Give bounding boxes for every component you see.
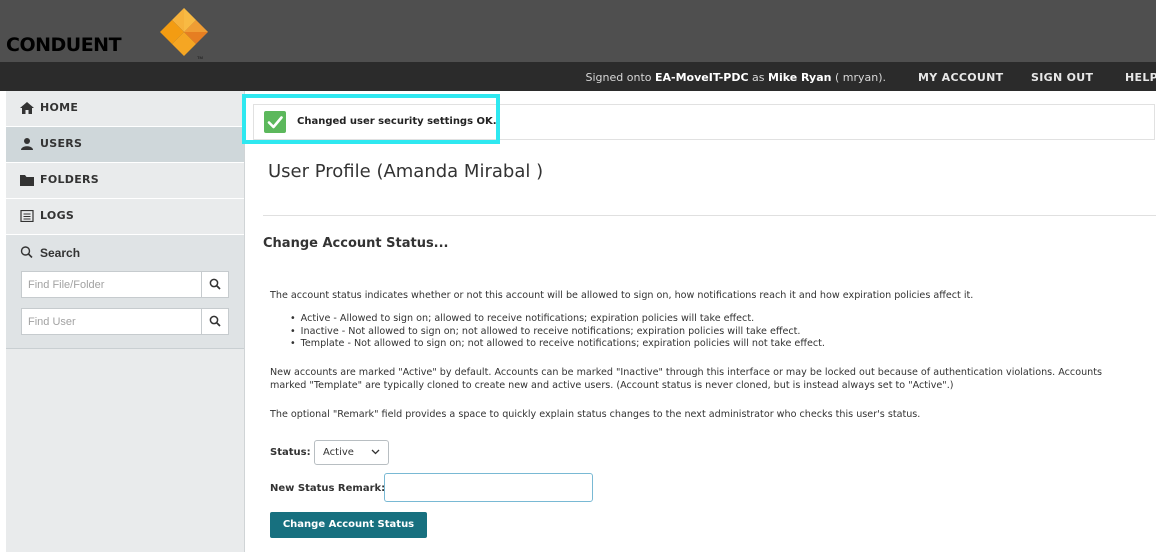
sign-out-link[interactable]: SIGN OUT [1031, 71, 1093, 84]
sidebar-item-home[interactable]: HOME [6, 91, 244, 127]
help-link[interactable]: HELP [1125, 71, 1156, 84]
list-item: Template - Not allowed to sign on; not a… [290, 338, 825, 351]
sidebar: HOME USERS FOLDERS LOGS Search [6, 91, 245, 552]
folder-icon [20, 175, 34, 186]
search-header: Search [6, 235, 244, 271]
new-accounts-text: New accounts are marked "Active" by defa… [270, 367, 1102, 391]
sidebar-item-label: HOME [40, 101, 79, 114]
title-divider [263, 215, 1156, 216]
search-icon [209, 315, 221, 327]
my-account-link[interactable]: MY ACCOUNT [918, 71, 1003, 84]
server-name: EA-MoveIT-PDC [655, 71, 749, 84]
signed-in-user: Mike Ryan [768, 71, 832, 84]
find-file-button[interactable] [201, 272, 228, 297]
sidebar-search: Search [6, 235, 244, 349]
trademark-mark: TM [197, 55, 203, 60]
find-user-button[interactable] [201, 309, 228, 334]
search-icon [20, 246, 33, 258]
list-item: Inactive - Not allowed to sign on; not a… [290, 326, 825, 339]
find-user-input[interactable] [22, 309, 198, 334]
status-selected-value: Active [323, 447, 354, 458]
log-icon [20, 210, 34, 222]
sidebar-item-logs[interactable]: LOGS [6, 199, 244, 235]
list-item: Active - Allowed to sign on; allowed to … [290, 313, 825, 326]
sidebar-item-label: LOGS [40, 209, 75, 222]
brand-logo-text: CONDUENT [6, 34, 122, 56]
sidebar-item-users[interactable]: USERS [6, 127, 244, 163]
search-icon [209, 278, 221, 290]
app-window: CONDUENT TM Signed onto EA-MoveIT-PDC as… [0, 0, 1156, 552]
remark-info-text: The optional "Remark" field provides a s… [270, 409, 921, 420]
home-icon [20, 102, 34, 114]
status-select[interactable]: Active [314, 440, 389, 465]
status-intro-text: The account status indicates whether or … [270, 290, 974, 301]
status-label: Status: [270, 447, 311, 458]
change-account-status-button[interactable]: Change Account Status [270, 512, 427, 538]
find-user-field [21, 308, 229, 335]
top-nav-bar: Signed onto EA-MoveIT-PDC as Mike Ryan (… [0, 62, 1156, 91]
find-file-input[interactable] [22, 272, 198, 297]
page-title: User Profile (Amanda Mirabal ) [268, 161, 544, 182]
sidebar-item-label: FOLDERS [40, 173, 100, 186]
conduent-logo-icon [160, 8, 208, 56]
sidebar-item-folders[interactable]: FOLDERS [6, 163, 244, 199]
chevron-down-icon [371, 449, 380, 455]
find-file-field [21, 271, 229, 298]
header-bar: CONDUENT TM [0, 0, 1156, 62]
sidebar-item-label: USERS [40, 137, 83, 150]
search-label: Search [40, 246, 81, 260]
remark-label: New Status Remark: [270, 483, 386, 494]
session-info: Signed onto EA-MoveIT-PDC as Mike Ryan (… [585, 71, 886, 84]
user-icon [21, 138, 33, 150]
notice-highlight-box [242, 94, 500, 144]
section-title: Change Account Status... [263, 236, 449, 251]
status-definitions-list: Active - Allowed to sign on; allowed to … [290, 313, 825, 351]
status-remark-input[interactable] [384, 473, 593, 502]
